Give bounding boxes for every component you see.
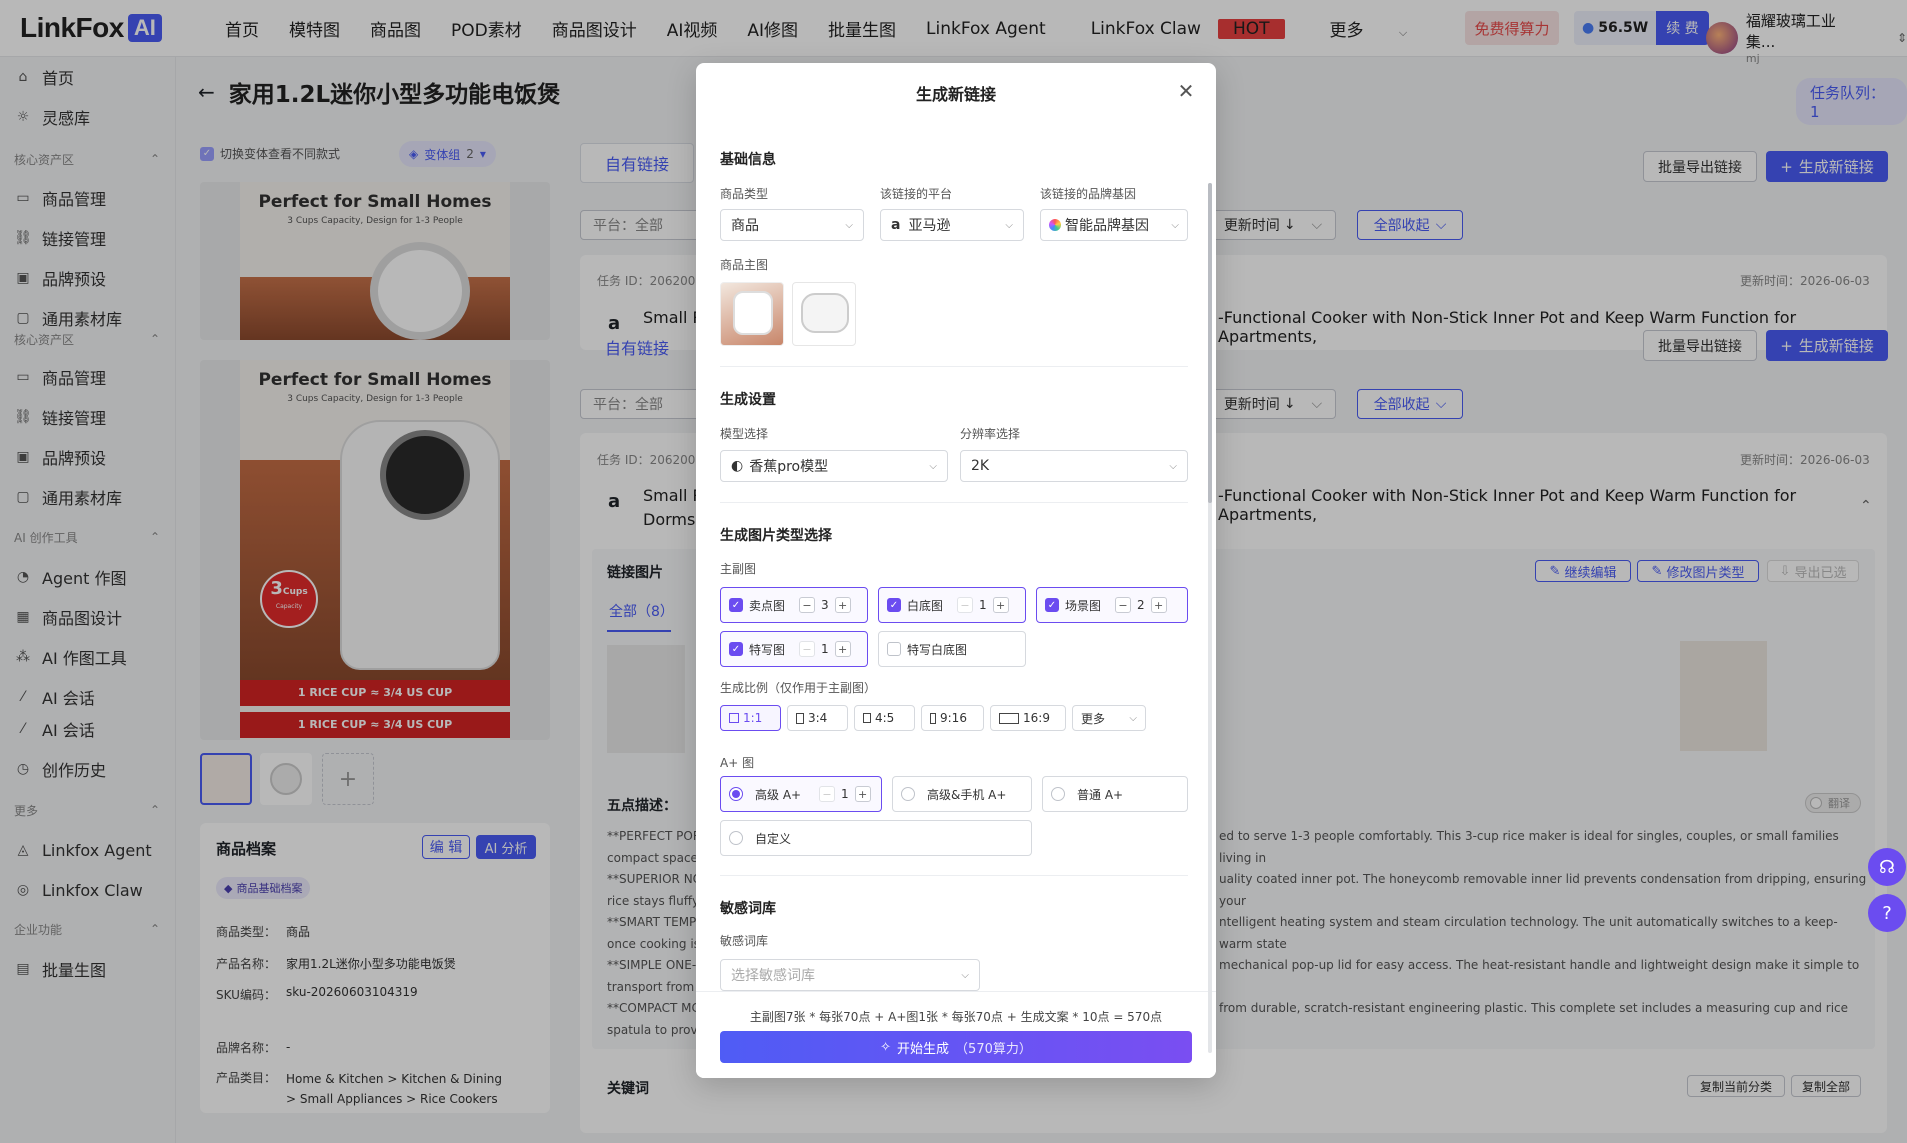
help-icon[interactable]: ? [1868, 894, 1906, 932]
magic-wand-icon: ✧ [880, 1039, 892, 1055]
brand-gene-label: 该链接的品牌基因 [1040, 187, 1137, 201]
radio[interactable] [729, 787, 743, 801]
radio[interactable] [729, 831, 743, 845]
checkbox[interactable] [887, 642, 901, 656]
chevron-down-icon: ⌵ [1171, 219, 1179, 231]
model-select[interactable]: ◐ 香蕉pro模型 ⌵ [720, 450, 948, 482]
ratio-4-5[interactable]: 4:5 [854, 705, 915, 731]
aplus-premium-mobile[interactable]: 高级&手机 A+ [892, 776, 1032, 812]
platform-select[interactable]: a 亚马逊 ⌵ [880, 209, 1024, 241]
aplus-basic[interactable]: 普通 A+ [1042, 776, 1188, 812]
minus-button[interactable]: − [819, 786, 835, 802]
sensitive-select[interactable]: 选择敏感词库 ⌵ [720, 959, 980, 991]
chevron-down-icon: ⌵ [1169, 460, 1177, 472]
landscape-icon [999, 712, 1019, 724]
start-generate-button[interactable]: ✧ 开始生成 （570算力） [720, 1031, 1192, 1063]
quantity-stepper: −1 + [799, 641, 851, 657]
checkbox[interactable]: ✓ [887, 598, 901, 612]
portrait-icon [796, 712, 804, 724]
model-label: 模型选择 [720, 427, 769, 441]
minus-button[interactable]: − [799, 597, 815, 613]
modal-title: 生成新链接 [915, 85, 996, 104]
plus-button[interactable]: + [1150, 597, 1167, 613]
ratio-label: 生成比例（仅作用于主副图） [720, 681, 877, 695]
main-image-thumb-2[interactable] [792, 282, 856, 346]
chevron-down-icon: ⌵ [929, 460, 937, 472]
minus-button[interactable]: − [1115, 597, 1131, 613]
radio[interactable] [1051, 787, 1065, 801]
option-closeup[interactable]: ✓ 特写图 −1 + [720, 631, 868, 667]
plus-button[interactable]: + [854, 786, 871, 802]
close-icon[interactable]: ✕ [1174, 79, 1198, 103]
resolution-label: 分辨率选择 [960, 427, 1021, 441]
main-sub-label: 主副图 [720, 562, 757, 576]
new-link-modal: 生成新链接 ✕ 基础信息 商品类型 该链接的平台 该链接的品牌基因 商品 ⌵ a亚… [696, 63, 1216, 1078]
image-type-heading: 生成图片类型选择 [720, 528, 832, 544]
minus-button[interactable]: − [799, 641, 815, 657]
option-scene[interactable]: ✓ 场景图 −2 + [1036, 587, 1188, 623]
ratio-9-16[interactable]: 9:16 [921, 705, 984, 731]
aplus-custom[interactable]: 自定义 [720, 820, 1032, 856]
portrait-icon [930, 712, 936, 724]
ratio-16-9[interactable]: 16:9 [990, 705, 1066, 731]
chevron-down-icon: ⌵ [1005, 219, 1013, 231]
option-white-bg[interactable]: ✓ 白底图 −1 + [878, 587, 1026, 623]
plus-button[interactable]: + [834, 597, 851, 613]
platform-label: 该链接的平台 [880, 187, 953, 201]
quantity-stepper: −3 + [799, 597, 851, 613]
checkbox[interactable]: ✓ [1045, 598, 1059, 612]
main-image-label: 商品主图 [720, 258, 769, 272]
price-summary: 主副图7张 * 每张70点 + A+图1张 * 每张70点 + 生成文案 * 1… [749, 1010, 1163, 1024]
chevron-down-icon: ⌵ [1129, 712, 1137, 724]
modal-scrollbar-thumb[interactable] [1208, 183, 1212, 503]
plus-button[interactable]: + [992, 597, 1009, 613]
brand-gene-select[interactable]: 智能品牌基因 ⌵ [1040, 209, 1188, 241]
ratio-3-4[interactable]: 3:4 [787, 705, 848, 731]
product-type-select[interactable]: 商品 ⌵ [720, 209, 864, 241]
ratio-1-1[interactable]: 1:1 [720, 705, 781, 731]
quantity-stepper: −2 + [1115, 597, 1167, 613]
gen-settings-heading: 生成设置 [720, 392, 776, 408]
headset-icon[interactable]: ☊ [1868, 848, 1906, 886]
radio[interactable] [901, 787, 915, 801]
sensitive-heading: 敏感词库 [720, 901, 776, 917]
aplus-premium[interactable]: 高级 A+ −1 + [720, 776, 882, 812]
quantity-stepper: −1 + [819, 786, 871, 802]
amazon-icon: a [891, 217, 901, 233]
option-closeup-white[interactable]: 特写白底图 [878, 631, 1026, 667]
banana-icon: ◐ [731, 458, 744, 474]
chevron-down-icon: ⌵ [961, 969, 969, 981]
checkbox[interactable]: ✓ [729, 598, 743, 612]
chevron-down-icon: ⌵ [845, 219, 853, 231]
plus-button[interactable]: + [834, 641, 851, 657]
portrait-icon [863, 713, 871, 723]
minus-button[interactable]: − [957, 597, 973, 613]
quantity-stepper: −1 + [957, 597, 1009, 613]
palette-icon [1049, 219, 1061, 231]
resolution-select[interactable]: 2K ⌵ [960, 450, 1188, 482]
aplus-label: A+ 图 [720, 756, 755, 770]
product-type-label: 商品类型 [720, 187, 769, 201]
ratio-group: 1:1 3:4 4:5 9:16 16:9 更多 ⌵ [720, 705, 1146, 731]
checkbox[interactable]: ✓ [729, 642, 743, 656]
basic-info-heading: 基础信息 [720, 152, 776, 168]
sensitive-label: 敏感词库 [720, 934, 769, 948]
option-selling-point[interactable]: ✓ 卖点图 −3 + [720, 587, 868, 623]
square-icon [729, 713, 739, 723]
main-image-thumb-1[interactable] [720, 282, 784, 346]
ratio-more-select[interactable]: 更多 ⌵ [1072, 705, 1146, 731]
